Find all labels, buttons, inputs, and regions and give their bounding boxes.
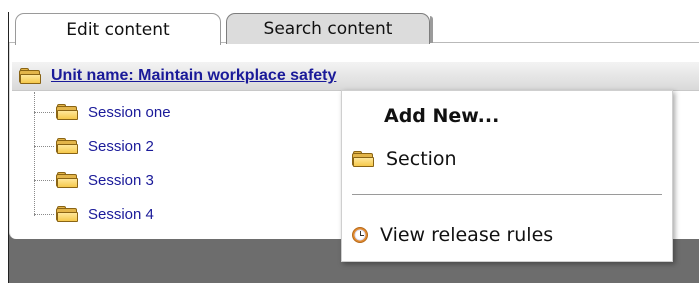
unit-title-link[interactable]: Unit name: Maintain workplace safety xyxy=(51,67,336,85)
session-label[interactable]: Session 3 xyxy=(88,172,154,189)
tab-search-content[interactable]: Search content xyxy=(226,13,433,44)
tab-label: Edit content xyxy=(66,19,170,40)
menu-item-label: Section xyxy=(386,148,457,170)
clock-icon xyxy=(352,227,368,243)
session-label[interactable]: Session 4 xyxy=(88,206,154,223)
session-item[interactable]: Session 4 xyxy=(34,202,154,226)
tab-label: Search content xyxy=(263,19,393,39)
folder-icon xyxy=(19,68,41,84)
context-menu: Add New... Section View release rules xyxy=(341,90,673,262)
folder-icon xyxy=(56,172,78,188)
folder-icon xyxy=(56,206,78,222)
tree-branch xyxy=(34,179,54,181)
folder-icon xyxy=(352,151,374,167)
session-label[interactable]: Session one xyxy=(88,104,171,121)
session-label[interactable]: Session 2 xyxy=(88,138,154,155)
tree-branch xyxy=(34,111,54,113)
tree-branch xyxy=(34,145,54,147)
tree-branch xyxy=(34,213,54,215)
folder-icon xyxy=(56,138,78,154)
menu-item-label: View release rules xyxy=(380,224,554,246)
folder-icon xyxy=(56,104,78,120)
menu-heading: Add New... xyxy=(384,105,500,127)
unit-header: Unit name: Maintain workplace safety xyxy=(12,62,699,91)
menu-item-view-release-rules[interactable]: View release rules xyxy=(352,224,553,246)
tab-edit-content[interactable]: Edit content xyxy=(15,13,221,45)
menu-separator xyxy=(352,194,662,195)
session-item[interactable]: Session 3 xyxy=(34,168,154,192)
session-item[interactable]: Session one xyxy=(34,100,171,124)
menu-item-section[interactable]: Section xyxy=(352,148,457,170)
session-item[interactable]: Session 2 xyxy=(34,134,154,158)
